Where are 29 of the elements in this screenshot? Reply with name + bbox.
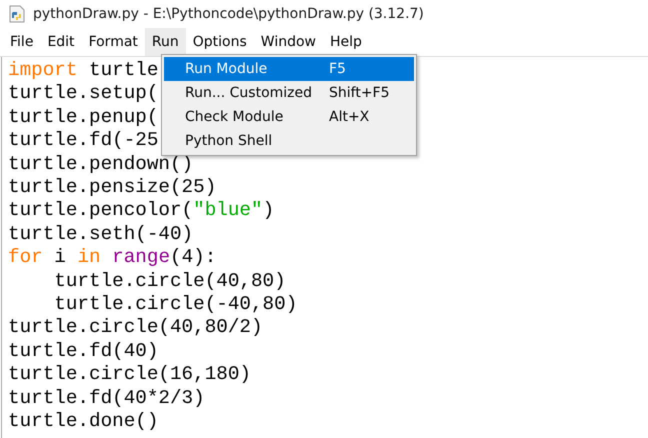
- menu-item[interactable]: Edit: [40, 28, 82, 56]
- code-line: turtle.circle(-40,80): [53, 293, 298, 316]
- code-line: turtle.circle(40,80): [53, 270, 286, 294]
- menu-item[interactable]: Run: [144, 28, 186, 56]
- code-line: turtle.fd(40*2/3): [8, 386, 205, 410]
- code-line: turtle.done(): [8, 410, 158, 434]
- menu-option[interactable]: Python Shell: [164, 129, 414, 153]
- menu-item[interactable]: Options: [186, 28, 254, 56]
- window-title: pythonDraw.py - E:\Pythoncode\pythonDraw.py (3.12.7): [33, 6, 424, 22]
- code-line: import turtle: [8, 59, 158, 82]
- code-line: turtle.pensize(25): [8, 176, 216, 200]
- code-line: turtle.pendown(): [8, 152, 194, 176]
- code-line: turtle.seth(-40): [8, 222, 194, 246]
- code-line: turtle.fd(40): [8, 340, 158, 364]
- code-line: turtle.setup(: [8, 82, 158, 106]
- menu-option[interactable]: Run... Customized Shift+F5: [164, 81, 414, 105]
- code-line: turtle.fd(-25: [8, 129, 158, 153]
- code-line: for i in range(4):: [8, 246, 216, 270]
- menu-option[interactable]: Run Module F5: [164, 57, 414, 81]
- code-line: turtle.pencolor("blue"): [8, 199, 274, 223]
- code-line: turtle.circle(40,80/2): [8, 316, 263, 340]
- menu-option[interactable]: Check Module Alt+X: [164, 105, 414, 129]
- code-line: turtle.circle(16,180): [8, 363, 251, 387]
- menu-item[interactable]: Format: [82, 28, 145, 56]
- python-file-icon: [9, 5, 25, 23]
- menu-item[interactable]: File: [3, 28, 40, 56]
- code-line: turtle.penup(: [8, 106, 158, 130]
- menu-item[interactable]: Window: [254, 28, 323, 56]
- menu-item[interactable]: Help: [323, 28, 369, 56]
